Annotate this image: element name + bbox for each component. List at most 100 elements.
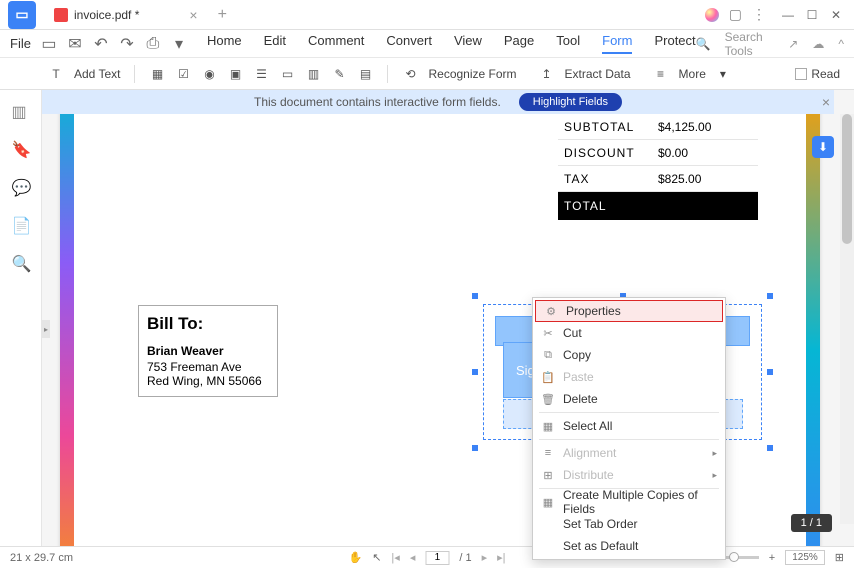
tab-home[interactable]: Home xyxy=(207,33,242,54)
resize-handle[interactable] xyxy=(766,444,774,452)
document-tab[interactable]: invoice.pdf * × xyxy=(44,2,208,28)
profile-icon[interactable] xyxy=(705,8,719,22)
distribute-icon: ⊞ xyxy=(541,468,555,482)
menu-cut[interactable]: ✂Cut xyxy=(533,322,725,344)
paste-icon: 📋 xyxy=(541,370,555,384)
recognize-form-button[interactable]: Recognize Form xyxy=(428,67,516,81)
highlight-fields-button[interactable]: Highlight Fields xyxy=(519,93,622,111)
maximize-button[interactable]: ☐ xyxy=(800,3,824,27)
bill-to-heading: Bill To: xyxy=(147,314,269,334)
close-tab-icon[interactable]: × xyxy=(189,7,197,23)
new-tab-button[interactable]: + xyxy=(218,6,227,24)
tab-edit[interactable]: Edit xyxy=(264,33,286,54)
total-row: TOTAL xyxy=(558,192,758,220)
download-float-button[interactable]: ⬇ xyxy=(812,136,834,158)
tax-row: TAX $825.00 xyxy=(558,166,758,192)
next-page-icon[interactable]: ▸ xyxy=(482,551,488,564)
read-checkbox[interactable] xyxy=(795,68,807,80)
discount-label: DISCOUNT xyxy=(558,146,658,160)
tab-view[interactable]: View xyxy=(454,33,482,54)
open-icon[interactable]: ▭ xyxy=(41,36,57,52)
date-field-icon[interactable]: ▤ xyxy=(357,66,373,82)
undo-icon[interactable]: ↶ xyxy=(93,36,109,52)
notice-text: This document contains interactive form … xyxy=(254,95,501,109)
menu-delete[interactable]: 🗑Delete xyxy=(533,388,725,410)
radio-icon[interactable]: ◉ xyxy=(201,66,217,82)
image-field-icon[interactable]: ▥ xyxy=(305,66,321,82)
prev-page-icon[interactable]: ◂ xyxy=(410,551,416,564)
print-icon[interactable]: ⎙ xyxy=(145,36,161,52)
alignment-icon: ≡ xyxy=(541,446,555,460)
resize-handle[interactable] xyxy=(766,368,774,376)
kebab-menu-icon[interactable]: ⋮ xyxy=(752,6,766,23)
bookmarks-icon[interactable]: 🔖 xyxy=(12,140,30,158)
last-page-icon[interactable]: ▸| xyxy=(497,551,505,564)
tab-form[interactable]: Form xyxy=(602,33,632,54)
submenu-arrow-icon: ▸ xyxy=(712,448,717,459)
search-panel-icon[interactable]: 🔍 xyxy=(12,254,30,272)
zoom-in-icon[interactable]: + xyxy=(769,552,775,564)
subtotal-row: SUBTOTAL $4,125.00 xyxy=(558,114,758,140)
extract-data-button[interactable]: Extract Data xyxy=(565,67,631,81)
zoom-thumb[interactable] xyxy=(729,552,739,562)
print-dropdown-icon[interactable]: ▾ xyxy=(171,36,187,52)
share-icon[interactable]: ↗ xyxy=(788,37,798,51)
form-toolbar: T Add Text ▦ ☑ ◉ ▣ ☰ ▭ ▥ ✎ ▤ ⟲ Recognize… xyxy=(0,58,854,90)
resize-handle[interactable] xyxy=(471,292,479,300)
page-decor-right xyxy=(806,90,820,548)
checkbox-icon[interactable]: ☑ xyxy=(175,66,191,82)
close-window-button[interactable]: ✕ xyxy=(824,3,848,27)
resize-handle[interactable] xyxy=(471,368,479,376)
file-menu[interactable]: File xyxy=(10,36,31,51)
collapse-ribbon-icon[interactable]: ^ xyxy=(838,37,844,51)
tab-page[interactable]: Page xyxy=(504,33,534,54)
cloud-icon[interactable]: ☁ xyxy=(812,37,824,51)
tab-convert[interactable]: Convert xyxy=(386,33,432,54)
submenu-arrow-icon: ▸ xyxy=(712,470,717,481)
menu-properties[interactable]: ⚙Properties xyxy=(535,300,723,322)
dropdown-icon[interactable]: ▣ xyxy=(227,66,243,82)
save-icon[interactable]: ✉ xyxy=(67,36,83,52)
notification-icon[interactable]: ▢ xyxy=(729,6,742,23)
more-button[interactable]: More xyxy=(679,67,706,81)
comments-icon[interactable]: 💬 xyxy=(12,178,30,196)
context-menu: ⚙Properties ✂Cut ⧉Copy 📋Paste 🗑Delete ▦S… xyxy=(532,297,726,560)
search-placeholder[interactable]: Search Tools xyxy=(725,30,775,58)
page-total: / 1 xyxy=(459,552,471,564)
tab-comment[interactable]: Comment xyxy=(308,33,364,54)
resize-handle[interactable] xyxy=(766,292,774,300)
zoom-value[interactable]: 125% xyxy=(785,550,825,565)
add-text-button[interactable]: Add Text xyxy=(74,67,120,81)
menu-select-all[interactable]: ▦Select All xyxy=(533,415,725,437)
menu-paste: 📋Paste xyxy=(533,366,725,388)
cut-icon: ✂ xyxy=(541,326,555,340)
first-page-icon[interactable]: |◂ xyxy=(391,551,399,564)
listbox-icon[interactable]: ☰ xyxy=(253,66,269,82)
menu-set-tab-order[interactable]: Set Tab Order xyxy=(533,513,725,535)
signature-field-icon[interactable]: ✎ xyxy=(331,66,347,82)
thumbnails-icon[interactable]: ▥ xyxy=(12,102,30,120)
menu-set-default[interactable]: Set as Default xyxy=(533,535,725,557)
close-notice-icon[interactable]: × xyxy=(822,94,830,110)
minimize-button[interactable]: — xyxy=(776,3,800,27)
textfield-icon[interactable]: ▦ xyxy=(149,66,165,82)
bill-to-box: Bill To: Brian Weaver 753 Freeman Ave Re… xyxy=(138,305,278,397)
menubar: File ▭ ✉ ↶ ↷ ⎙ ▾ Home Edit Comment Conve… xyxy=(0,30,854,58)
tab-protect[interactable]: Protect xyxy=(654,33,695,54)
redo-icon[interactable]: ↷ xyxy=(119,36,135,52)
select-tool-icon[interactable]: ↖ xyxy=(372,551,381,564)
scroll-thumb[interactable] xyxy=(842,114,852,244)
hand-tool-icon[interactable]: ✋ xyxy=(349,551,363,564)
search-icon[interactable]: 🔍 xyxy=(696,37,711,51)
fit-page-icon[interactable]: ⊞ xyxy=(835,551,844,564)
attachments-icon[interactable]: 📄 xyxy=(12,216,30,234)
bill-to-addr1: 753 Freeman Ave xyxy=(147,360,269,374)
menu-create-copies[interactable]: ▦Create Multiple Copies of Fields xyxy=(533,491,725,513)
page-input[interactable] xyxy=(425,551,449,565)
text-tool-icon[interactable]: T xyxy=(48,66,64,82)
resize-handle[interactable] xyxy=(471,444,479,452)
more-dropdown-icon[interactable]: ▾ xyxy=(720,67,726,81)
menu-copy[interactable]: ⧉Copy xyxy=(533,344,725,366)
tab-tool[interactable]: Tool xyxy=(556,33,580,54)
button-field-icon[interactable]: ▭ xyxy=(279,66,295,82)
